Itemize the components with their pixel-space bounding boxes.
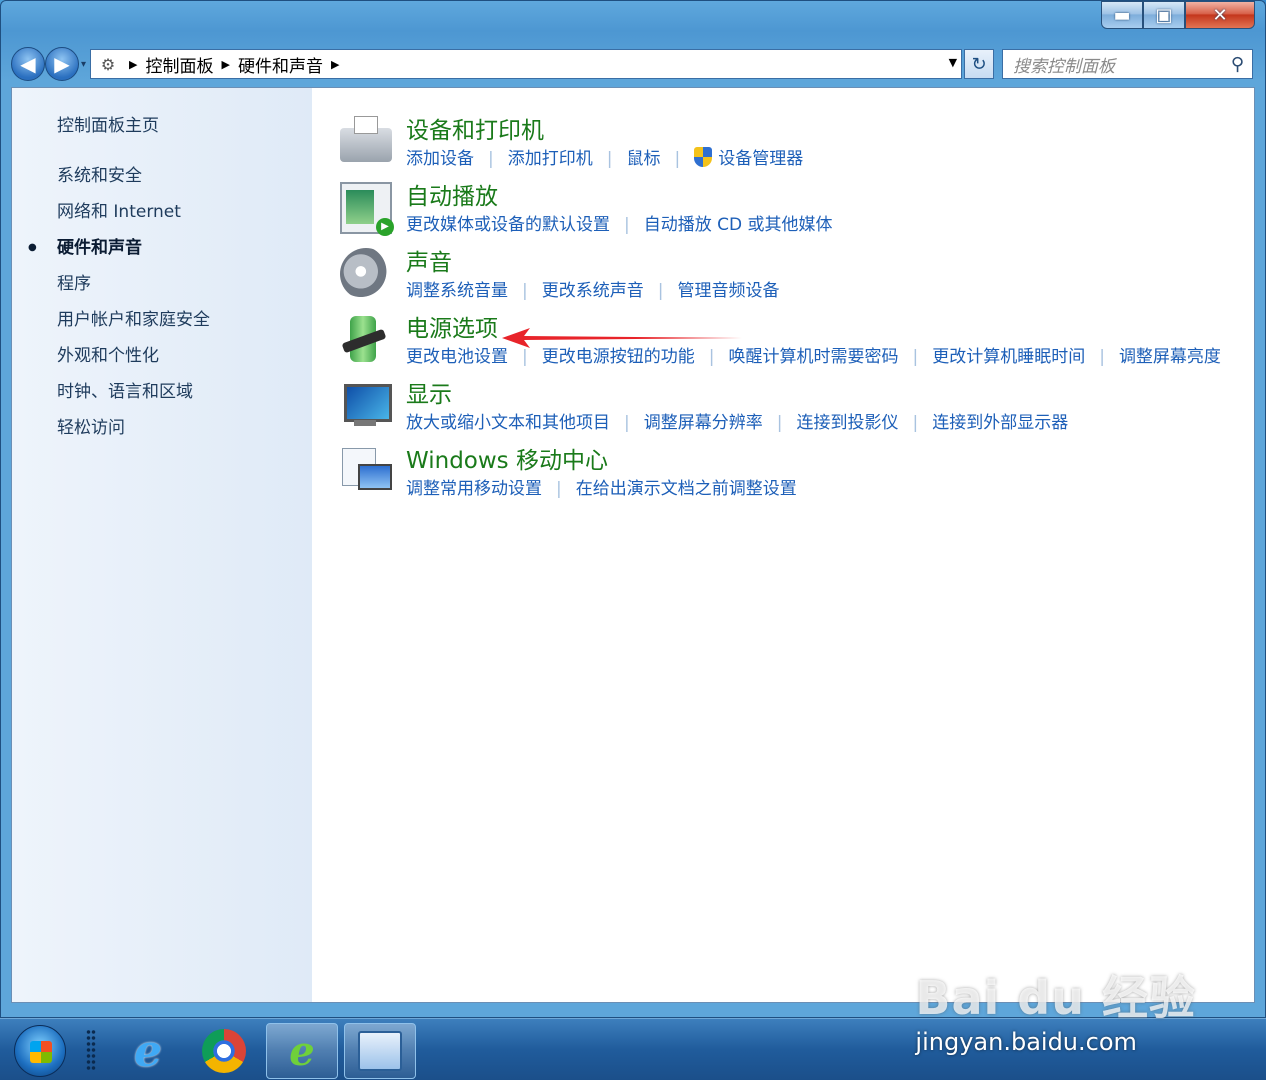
category-sound: 声音 调整系统音量 | 更改系统声音 | 管理音频设备 [340, 248, 1254, 305]
search-input[interactable]: 搜索控制面板 ⚲ [1002, 49, 1253, 79]
category-title[interactable]: 自动播放 [406, 182, 1254, 212]
mobility-center-icon[interactable] [340, 446, 392, 498]
link-text-size[interactable]: 放大或缩小文本和其他项目 [406, 410, 610, 437]
navigation-bar: ◀ ▶ ▾ ⚙ ▶ 控制面板 ▶ 硬件和声音 ▶ ▼ ↻ 搜索控制面板 ⚲ [11, 45, 1253, 83]
main-panel: 设备和打印机 添加设备 | 添加打印机 | 鼠标 | 设备管理器 自动 [312, 88, 1254, 1002]
link-separator: | [606, 149, 613, 169]
caption-buttons: ▬ ▣ ✕ [1101, 1, 1255, 29]
ie-green-icon: e [289, 1027, 315, 1075]
sidebar-item-system-security[interactable]: 系统和安全 [12, 158, 312, 194]
link-projector[interactable]: 连接到投影仪 [796, 410, 898, 437]
sidebar-item-appearance[interactable]: 外观和个性化 [12, 338, 312, 374]
taskbar-control-panel-icon[interactable] [344, 1023, 416, 1079]
link-separator: | [522, 281, 528, 301]
link-separator: | [488, 149, 494, 169]
link-manage-audio[interactable]: 管理音频设备 [677, 278, 779, 305]
maximize-button[interactable]: ▣ [1143, 1, 1185, 29]
close-button[interactable]: ✕ [1185, 1, 1255, 29]
link-presentation-settings[interactable]: 在给出演示文档之前调整设置 [576, 476, 797, 503]
link-mobility-settings[interactable]: 调整常用移动设置 [406, 476, 542, 503]
link-separator: | [912, 413, 919, 433]
breadcrumb-separator-icon[interactable]: ▶ [222, 58, 230, 71]
category-devices-printers: 设备和打印机 添加设备 | 添加打印机 | 鼠标 | 设备管理器 [340, 116, 1254, 173]
sidebar: 控制面板主页 系统和安全 网络和 Internet 硬件和声音 程序 用户帐户和… [12, 88, 312, 1002]
chrome-icon [202, 1029, 246, 1073]
breadcrumb-control-panel[interactable]: 控制面板 [146, 52, 214, 77]
address-bar[interactable]: ⚙ ▶ 控制面板 ▶ 硬件和声音 ▶ ▼ [90, 49, 963, 79]
baidu-jingyan-watermark: Bai du 经验 jingyan.baidu.com [915, 962, 1196, 1056]
link-autoplay-cd[interactable]: 自动播放 CD 或其他媒体 [644, 212, 833, 239]
link-separator: | [657, 281, 664, 301]
link-separator: | [556, 479, 562, 499]
address-dropdown-icon[interactable]: ▼ [949, 56, 957, 69]
link-adjust-volume[interactable]: 调整系统音量 [406, 278, 508, 305]
link-external-display[interactable]: 连接到外部显示器 [932, 410, 1068, 437]
category-title[interactable]: 设备和打印机 [406, 116, 1254, 146]
link-add-printer[interactable]: 添加打印机 [508, 146, 593, 173]
category-title[interactable]: 显示 [406, 380, 1254, 410]
sidebar-item-network-internet[interactable]: 网络和 Internet [12, 194, 312, 230]
sidebar-item-clock-language[interactable]: 时钟、语言和区域 [12, 374, 312, 410]
breadcrumb-hardware-sound[interactable]: 硬件和声音 [238, 52, 323, 77]
link-separator: | [1099, 347, 1105, 367]
monitor-icon[interactable] [340, 380, 392, 432]
recent-pages-dropdown[interactable]: ▾ [81, 59, 86, 70]
link-device-manager[interactable]: 设备管理器 [694, 146, 803, 173]
category-title[interactable]: 声音 [406, 248, 1254, 278]
speaker-icon[interactable] [340, 248, 392, 300]
sidebar-item-hardware-sound[interactable]: 硬件和声音 [12, 230, 312, 266]
control-panel-window: ▬ ▣ ✕ ◀ ▶ ▾ ⚙ ▶ 控制面板 ▶ 硬件和声音 ▶ ▼ ↻ 搜索控制面… [0, 0, 1266, 1018]
ie-icon: e [134, 1025, 162, 1077]
link-screen-brightness[interactable]: 调整屏幕亮度 [1119, 344, 1221, 371]
back-button[interactable]: ◀ [11, 47, 45, 81]
taskbar-grip[interactable] [86, 1029, 96, 1071]
control-panel-icon [358, 1031, 402, 1071]
content-area: 控制面板主页 系统和安全 网络和 Internet 硬件和声音 程序 用户帐户和… [11, 87, 1255, 1003]
link-add-device[interactable]: 添加设备 [406, 146, 474, 173]
taskbar-chrome-icon[interactable] [188, 1023, 260, 1079]
link-separator: | [624, 215, 630, 235]
annotation-arrow [502, 328, 742, 348]
link-change-sounds[interactable]: 更改系统声音 [542, 278, 644, 305]
category-display: 显示 放大或缩小文本和其他项目 | 调整屏幕分辨率 | 连接到投影仪 | 连接到… [340, 380, 1254, 437]
link-wake-password[interactable]: 唤醒计算机时需要密码 [728, 344, 898, 371]
minimize-button[interactable]: ▬ [1101, 1, 1143, 29]
category-mobility-center: Windows 移动中心 调整常用移动设置 | 在给出演示文档之前调整设置 [340, 446, 1254, 503]
printer-icon[interactable] [340, 116, 392, 162]
category-power-options: 电源选项 更改电池设置 | 更改电源按钮的功能 | 唤醒计算机时需要密码 | 更… [340, 314, 1254, 371]
search-icon[interactable]: ⚲ [1231, 54, 1244, 75]
watermark-url: jingyan.baidu.com [915, 1028, 1137, 1056]
link-separator: | [912, 347, 919, 367]
refresh-button[interactable]: ↻ [964, 49, 995, 79]
breadcrumb-separator-icon[interactable]: ▶ [331, 58, 339, 71]
sidebar-home-link[interactable]: 控制面板主页 [12, 108, 312, 144]
control-panel-icon: ⚙ [100, 54, 116, 74]
breadcrumb-separator-icon[interactable]: ▶ [129, 58, 137, 71]
uac-shield-icon [694, 147, 713, 167]
sidebar-item-ease-of-access[interactable]: 轻松访问 [12, 410, 312, 446]
link-device-manager-label: 设备管理器 [718, 149, 804, 169]
sidebar-item-programs[interactable]: 程序 [12, 266, 312, 302]
power-plug-icon[interactable] [340, 314, 392, 366]
taskbar: e e Bai du 经验 jingyan.baidu.com [0, 971, 1266, 1080]
category-title[interactable]: Windows 移动中心 [406, 446, 1254, 476]
link-separator: | [674, 149, 681, 169]
link-mouse[interactable]: 鼠标 [626, 146, 660, 173]
link-battery-settings[interactable]: 更改电池设置 [406, 344, 508, 371]
category-autoplay: 自动播放 更改媒体或设备的默认设置 | 自动播放 CD 或其他媒体 [340, 182, 1254, 239]
sidebar-item-user-accounts[interactable]: 用户帐户和家庭安全 [12, 302, 312, 338]
autoplay-icon[interactable] [340, 182, 394, 236]
watermark-logo: Bai du 经验 [915, 971, 1196, 1025]
link-separator: | [776, 413, 783, 433]
start-button[interactable] [14, 1025, 66, 1077]
taskbar-ie-icon[interactable]: e [112, 1023, 184, 1079]
taskbar-ie-green-icon[interactable]: e [266, 1023, 338, 1079]
link-separator: | [624, 413, 630, 433]
forward-button[interactable]: ▶ [45, 47, 79, 81]
search-placeholder: 搜索控制面板 [1013, 56, 1116, 77]
link-resolution[interactable]: 调整屏幕分辨率 [644, 410, 763, 437]
link-media-defaults[interactable]: 更改媒体或设备的默认设置 [406, 212, 610, 239]
link-sleep-time[interactable]: 更改计算机睡眠时间 [932, 344, 1085, 371]
